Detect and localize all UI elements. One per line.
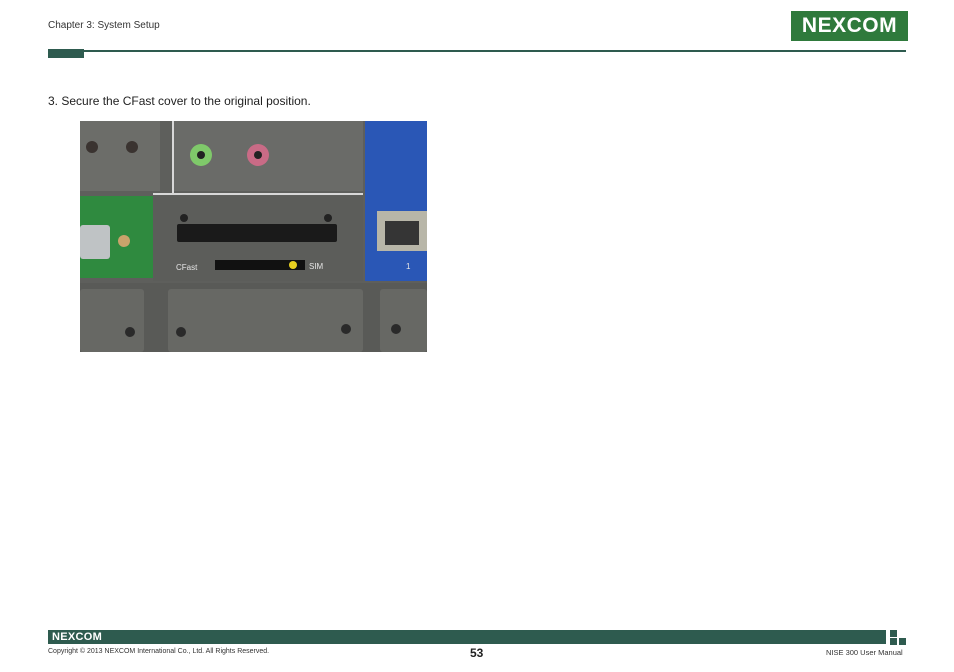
chapter-title: Chapter 3: System Setup: [48, 20, 160, 31]
header-accent-bar: [48, 49, 84, 58]
copyright-notice: Copyright © 2013 NEXCOM International Co…: [48, 648, 270, 655]
manual-title: NISE 300 User Manual: [826, 648, 903, 657]
header-divider: [84, 50, 906, 52]
page-number: 53: [470, 646, 484, 660]
footer-square-decoration: [899, 638, 906, 645]
footer-bar: [48, 630, 886, 644]
footer-square-decoration: [890, 630, 897, 637]
logo-text: NEXCOM: [801, 14, 898, 37]
nexcom-logo: NEXCOM: [791, 11, 908, 41]
sim-label: SIM: [309, 262, 324, 271]
footer-square-decoration: [890, 638, 897, 645]
footer-logo: NEXCOM: [52, 631, 103, 643]
lan-label: 1: [406, 262, 411, 271]
cfast-label: CFast: [176, 263, 198, 272]
cfast-cover-photo: CFast SIM 1: [80, 121, 427, 352]
step-instruction: 3. Secure the CFast cover to the origina…: [48, 94, 311, 108]
